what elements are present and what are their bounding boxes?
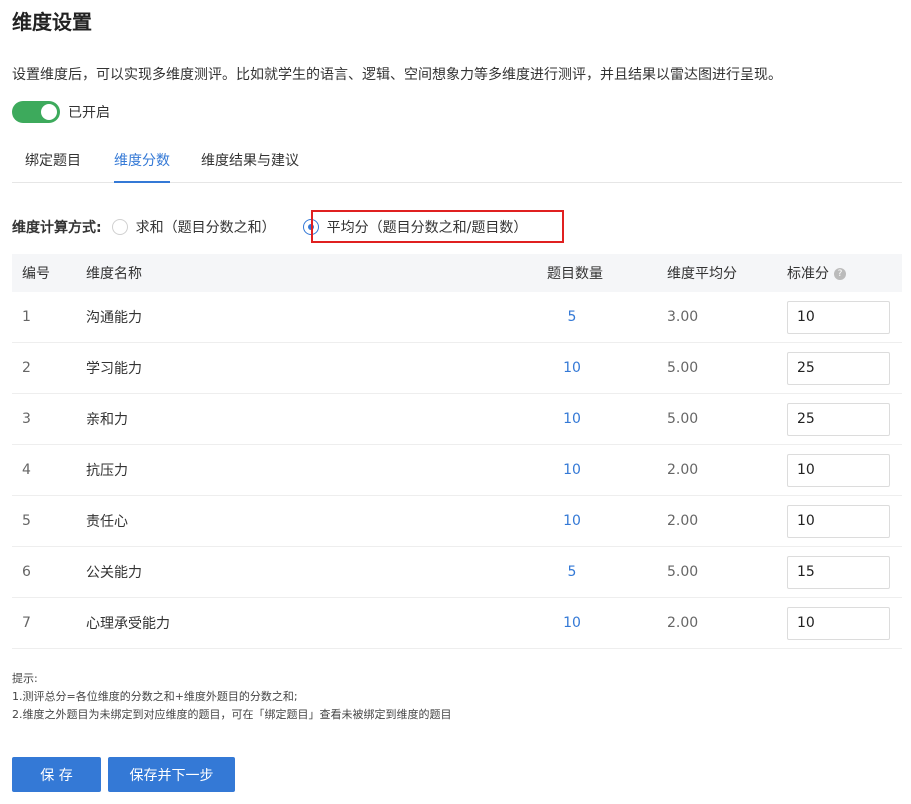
tab-dimension-score[interactable]: 维度分数 (114, 148, 170, 183)
dimension-table: 编号 维度名称 题目数量 维度平均分 标准分? 1 沟通能力 5 3.00 2 … (12, 254, 902, 649)
save-next-button[interactable]: 保存并下一步 (108, 757, 235, 792)
standard-score-input[interactable] (787, 402, 890, 436)
row-name: 心理承受能力 (86, 616, 170, 632)
page-description: 设置维度后，可以实现多维度测评。比如就学生的语言、逻辑、空间想象力等多维度进行测… (12, 67, 782, 83)
standard-score-input[interactable] (787, 504, 890, 538)
switch-knob (41, 104, 57, 120)
row-name: 沟通能力 (86, 310, 142, 326)
row-count-link[interactable]: 10 (547, 513, 667, 529)
row-no: 1 (22, 309, 31, 325)
standard-score-input[interactable] (787, 606, 890, 640)
standard-score-input[interactable] (787, 555, 890, 589)
header-standard-score: 标准分? (787, 263, 902, 283)
table-header: 编号 维度名称 题目数量 维度平均分 标准分? (12, 254, 902, 292)
row-count-link[interactable]: 5 (547, 309, 667, 325)
row-name: 亲和力 (86, 412, 128, 428)
row-name: 公关能力 (86, 565, 142, 581)
row-name: 学习能力 (86, 361, 142, 377)
row-average: 5.00 (667, 411, 699, 427)
row-no: 6 (22, 564, 31, 580)
highlight-box (311, 210, 564, 243)
toggle-status-label: 已开启 (68, 105, 110, 121)
header-standard-score-label: 标准分 (787, 266, 829, 282)
header-no: 编号 (22, 266, 50, 282)
dimension-toggle-row: 已开启 (12, 101, 110, 123)
row-count-link[interactable]: 10 (547, 462, 667, 478)
row-average: 2.00 (667, 615, 699, 631)
header-average: 维度平均分 (667, 266, 737, 282)
row-name: 责任心 (86, 514, 128, 530)
dimension-enable-switch[interactable] (12, 101, 60, 123)
tab-bar: 绑定题目 维度分数 维度结果与建议 (12, 148, 902, 183)
row-no: 4 (22, 462, 31, 478)
row-average: 5.00 (667, 564, 699, 580)
row-average: 5.00 (667, 360, 699, 376)
row-average: 2.00 (667, 462, 699, 478)
row-no: 7 (22, 615, 31, 631)
save-button[interactable]: 保 存 (12, 757, 101, 792)
row-count-link[interactable]: 10 (547, 360, 667, 376)
standard-score-input[interactable] (787, 453, 890, 487)
row-name: 抗压力 (86, 463, 128, 479)
radio-option-sum[interactable]: 求和（题目分数之和） (111, 217, 276, 237)
row-count-link[interactable]: 10 (547, 615, 667, 631)
help-icon[interactable]: ? (834, 268, 846, 280)
radio-sum[interactable] (111, 219, 128, 235)
header-count: 题目数量 (547, 266, 603, 282)
row-average: 3.00 (667, 309, 699, 325)
row-count-link[interactable]: 10 (547, 411, 667, 427)
radio-sum-label: 求和（题目分数之和） (135, 220, 276, 236)
table-row: 2 学习能力 10 5.00 (12, 343, 902, 394)
tips-block: 提示: 1.测评总分=各位维度的分数之和+维度外题目的分数之和; 2.维度之外题… (12, 670, 452, 724)
standard-score-input[interactable] (787, 351, 890, 385)
calc-method-label: 维度计算方式: (12, 220, 102, 236)
table-row: 6 公关能力 5 5.00 (12, 547, 902, 598)
table-row: 7 心理承受能力 10 2.00 (12, 598, 902, 649)
table-row: 1 沟通能力 5 3.00 (12, 292, 902, 343)
tips-title: 提示: (12, 672, 38, 685)
table-row: 5 责任心 10 2.00 (12, 496, 902, 547)
header-name: 维度名称 (86, 266, 142, 282)
table-row: 4 抗压力 10 2.00 (12, 445, 902, 496)
row-no: 2 (22, 360, 31, 376)
tips-line-2: 2.维度之外题目为未绑定到对应维度的题目，可在「绑定题目」查看未被绑定到维度的题… (12, 708, 452, 721)
row-no: 3 (22, 411, 31, 427)
standard-score-input[interactable] (787, 300, 890, 334)
tips-line-1: 1.测评总分=各位维度的分数之和+维度外题目的分数之和; (12, 690, 298, 703)
row-no: 5 (22, 513, 31, 529)
table-row: 3 亲和力 10 5.00 (12, 394, 902, 445)
tab-bind-questions[interactable]: 绑定题目 (25, 148, 81, 183)
row-count-link[interactable]: 5 (547, 564, 667, 580)
tab-dimension-result-advice[interactable]: 维度结果与建议 (201, 148, 299, 183)
row-average: 2.00 (667, 513, 699, 529)
page-title: 维度设置 (12, 10, 92, 34)
